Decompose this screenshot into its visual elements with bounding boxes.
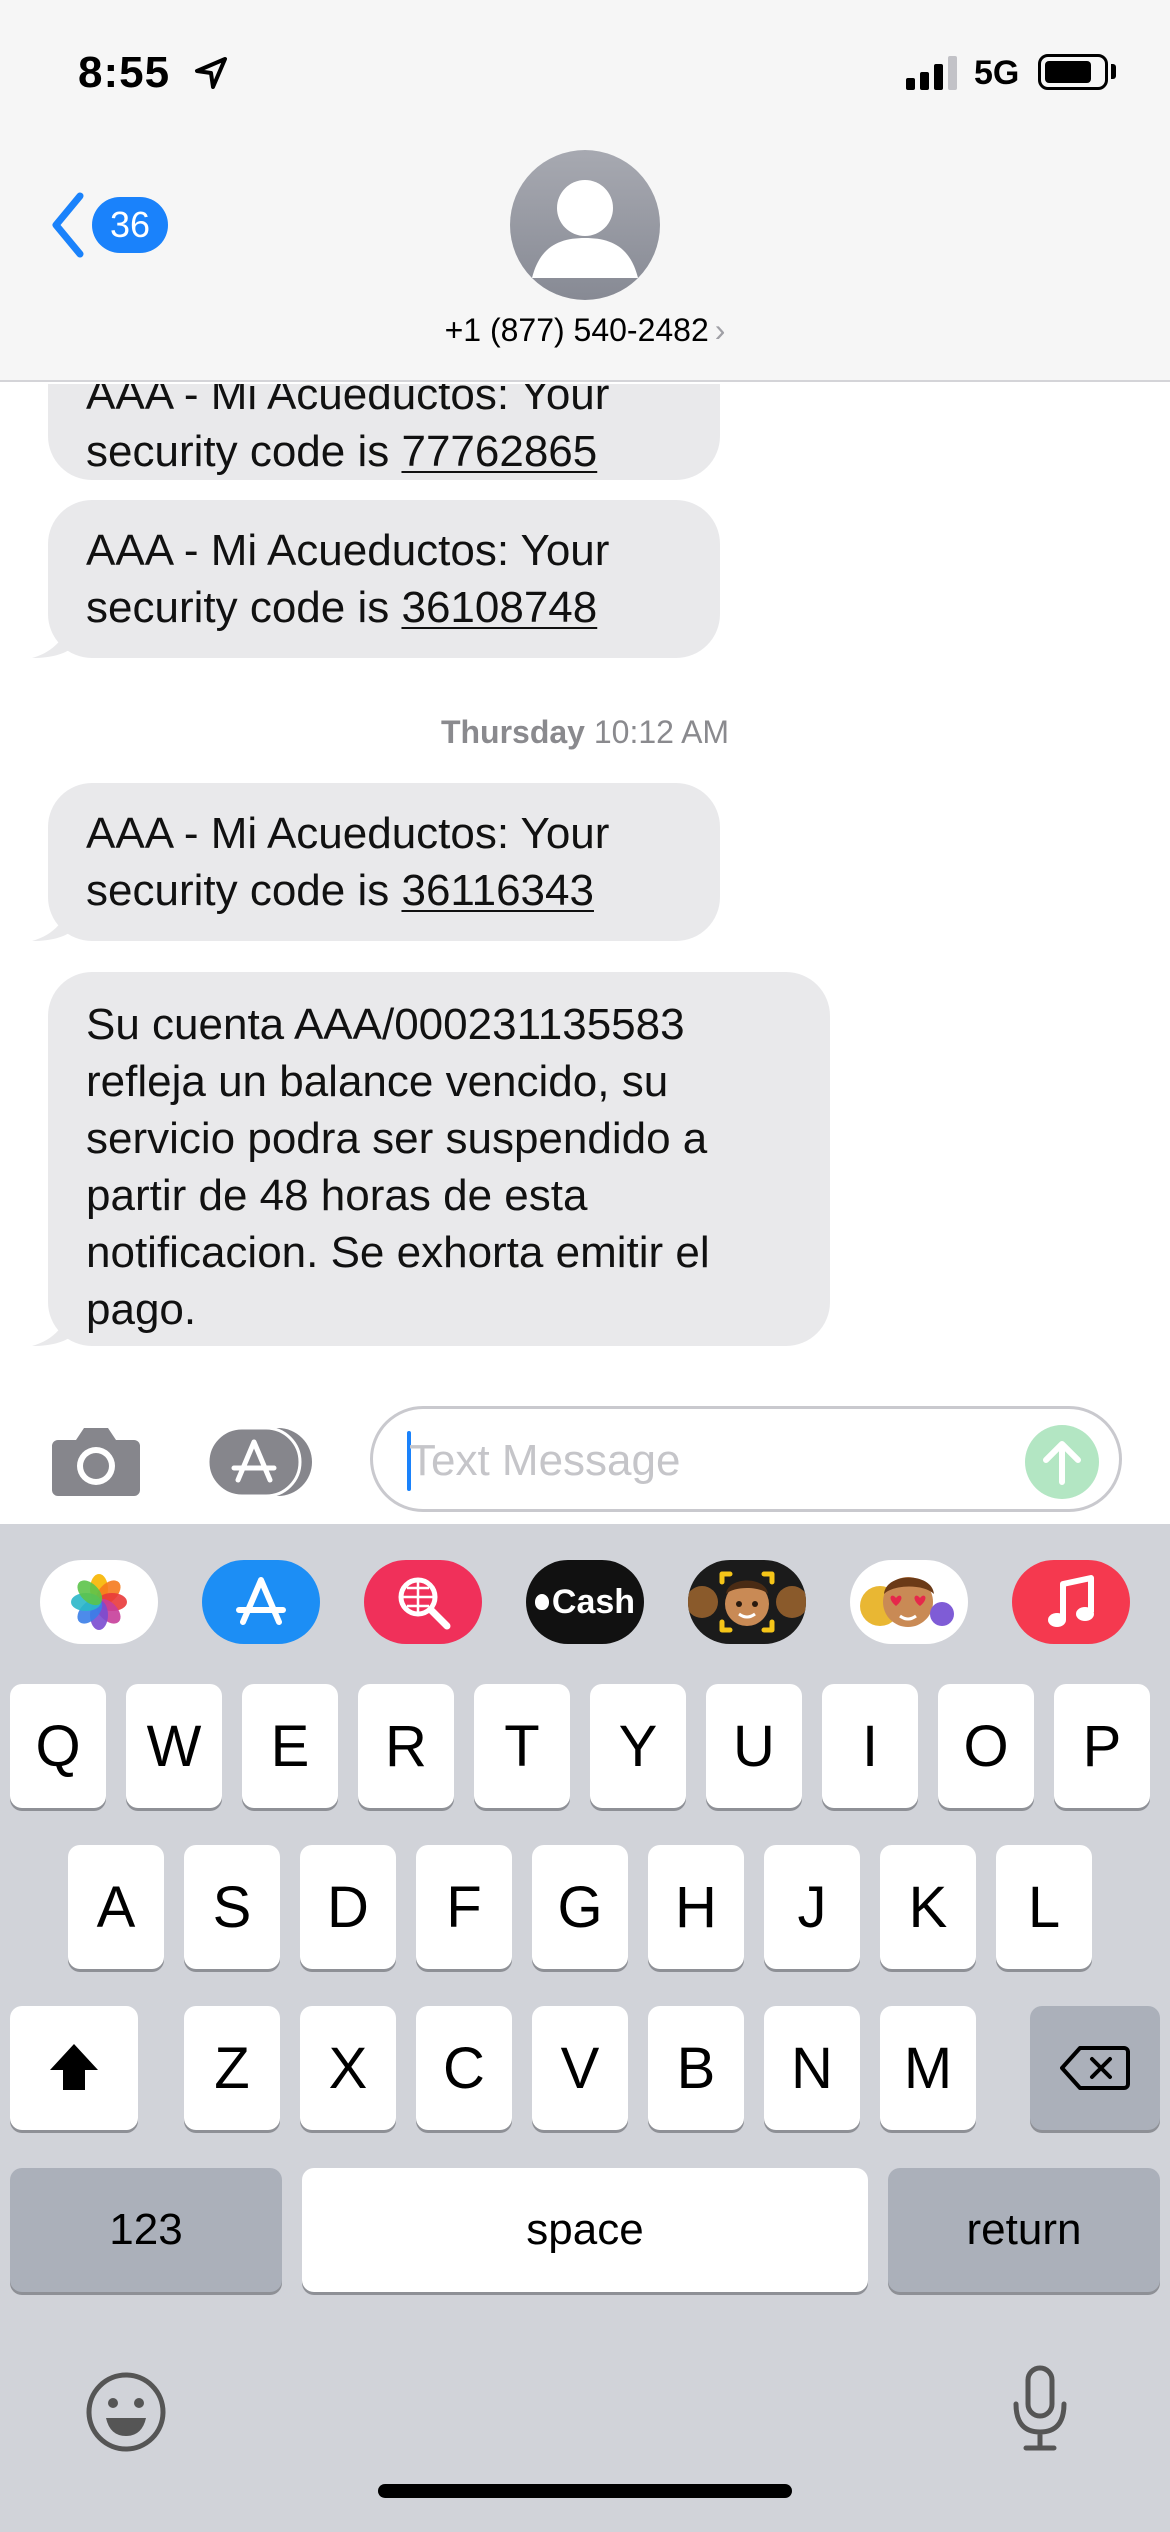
conversation-header: 8:55 5G 36 +1 (877) 540-2482 › [0, 0, 1170, 382]
key-z[interactable]: Z [184, 2006, 280, 2130]
memoji-stickers-icon[interactable] [850, 1560, 968, 1644]
message-input-field[interactable] [370, 1406, 1122, 1512]
key-e[interactable]: E [242, 1684, 338, 1808]
bubble-tail [32, 1302, 72, 1346]
chevron-left-icon [52, 192, 84, 258]
security-code-link[interactable]: 36108748 [401, 583, 597, 632]
compose-bar [0, 1384, 1170, 1524]
camera-icon[interactable] [50, 1424, 142, 1498]
sticker-faces-icon [860, 1577, 954, 1627]
message-bubble[interactable]: AAA - Mi Acueductos: Your security code … [32, 783, 720, 941]
app-store-a-icon [236, 1577, 286, 1625]
key-p[interactable]: P [1054, 1684, 1150, 1808]
message-thread[interactable]: AAA - Mi Acueductos: Your security code … [0, 384, 1170, 1384]
key-c[interactable]: C [416, 2006, 512, 2130]
key-u[interactable]: U [706, 1684, 802, 1808]
key-h[interactable]: H [648, 1845, 744, 1969]
contact-details-link[interactable]: +1 (877) 540-2482 › [0, 312, 1170, 349]
music-note-icon [1048, 1575, 1094, 1627]
backspace-key[interactable] [1030, 2006, 1160, 2130]
key-s[interactable]: S [184, 1845, 280, 1969]
key-d[interactable]: D [300, 1845, 396, 1969]
contact-avatar[interactable] [510, 150, 660, 300]
apple-logo-icon [534, 1594, 549, 1610]
emoji-icon[interactable] [84, 2370, 168, 2454]
key-y[interactable]: Y [590, 1684, 686, 1808]
key-k[interactable]: K [880, 1845, 976, 1969]
unread-count-badge: 36 [92, 197, 169, 253]
imessage-app-strip: Cash [0, 1524, 1170, 1658]
key-a[interactable]: A [68, 1845, 164, 1969]
return-key[interactable]: return [888, 2168, 1160, 2292]
arrow-up-icon [1043, 1441, 1081, 1485]
globe-magnifier-icon [398, 1577, 451, 1630]
battery-nub [1111, 64, 1116, 79]
back-button[interactable]: 36 [48, 190, 169, 260]
contact-phone-number: +1 (877) 540-2482 [444, 312, 709, 348]
message-bubble[interactable]: Su cuenta AAA/000231135583 refleja un ba… [32, 972, 830, 1346]
cellular-signal-icon [906, 56, 957, 90]
timestamp-time: 10:12 AM [593, 714, 730, 750]
numbers-key[interactable]: 123 [10, 2168, 282, 2292]
key-v[interactable]: V [532, 2006, 628, 2130]
key-i[interactable]: I [822, 1684, 918, 1808]
apple-cash-label: Cash [551, 1582, 636, 1621]
location-arrow-icon [195, 57, 227, 89]
message-input[interactable] [409, 1433, 1029, 1489]
key-j[interactable]: J [764, 1845, 860, 1969]
memoji-icon[interactable] [688, 1560, 806, 1644]
message-text: Su cuenta AAA/000231135583 refleja un ba… [86, 1000, 710, 1334]
delete-icon [1060, 2046, 1130, 2090]
key-n[interactable]: N [764, 2006, 860, 2130]
app-drawer-icon[interactable] [206, 1426, 318, 1498]
key-b[interactable]: B [648, 2006, 744, 2130]
person-icon [532, 180, 638, 278]
space-key[interactable]: space [302, 2168, 868, 2292]
photos-flower-icon [71, 1574, 127, 1630]
timestamp-day: Thursday [440, 714, 585, 750]
key-x[interactable]: X [300, 2006, 396, 2130]
key-g[interactable]: G [532, 1845, 628, 1969]
key-t[interactable]: T [474, 1684, 570, 1808]
key-m[interactable]: M [880, 2006, 976, 2130]
message-timestamp: Thursday 10:12 AM [0, 714, 1170, 751]
photos-app-icon[interactable] [40, 1560, 158, 1644]
message-bubble[interactable]: AAA - Mi Acueductos: Your security code … [48, 384, 720, 480]
apple-cash-icon[interactable]: Cash [526, 1560, 644, 1644]
home-indicator[interactable] [378, 2484, 792, 2498]
shift-key[interactable] [10, 2006, 138, 2130]
battery-icon [1038, 54, 1108, 90]
network-type: 5G [974, 54, 1020, 92]
key-w[interactable]: W [126, 1684, 222, 1808]
message-bubble[interactable]: AAA - Mi Acueductos: Your security code … [32, 500, 720, 658]
shift-arrow-icon [50, 2044, 98, 2090]
status-time: 8:55 [78, 48, 171, 97]
key-r[interactable]: R [358, 1684, 454, 1808]
send-button[interactable] [1025, 1425, 1099, 1499]
bubble-tail [32, 614, 72, 658]
music-icon[interactable] [1012, 1560, 1130, 1644]
memoji-face-icon [688, 1571, 806, 1633]
image-search-icon[interactable] [364, 1560, 482, 1644]
chevron-right-icon: › [714, 312, 726, 348]
bubble-tail [32, 897, 72, 941]
microphone-icon[interactable] [1008, 2364, 1072, 2454]
key-o[interactable]: O [938, 1684, 1034, 1808]
key-q[interactable]: Q [10, 1684, 106, 1808]
app-store-icon[interactable] [202, 1560, 320, 1644]
security-code-link[interactable]: 77762865 [401, 427, 597, 476]
key-l[interactable]: L [996, 1845, 1092, 1969]
key-f[interactable]: F [416, 1845, 512, 1969]
keyboard: Cash Q W E R T Y U I O P A S D F G H J K… [0, 1524, 1170, 2532]
security-code-link[interactable]: 36116343 [401, 866, 594, 915]
